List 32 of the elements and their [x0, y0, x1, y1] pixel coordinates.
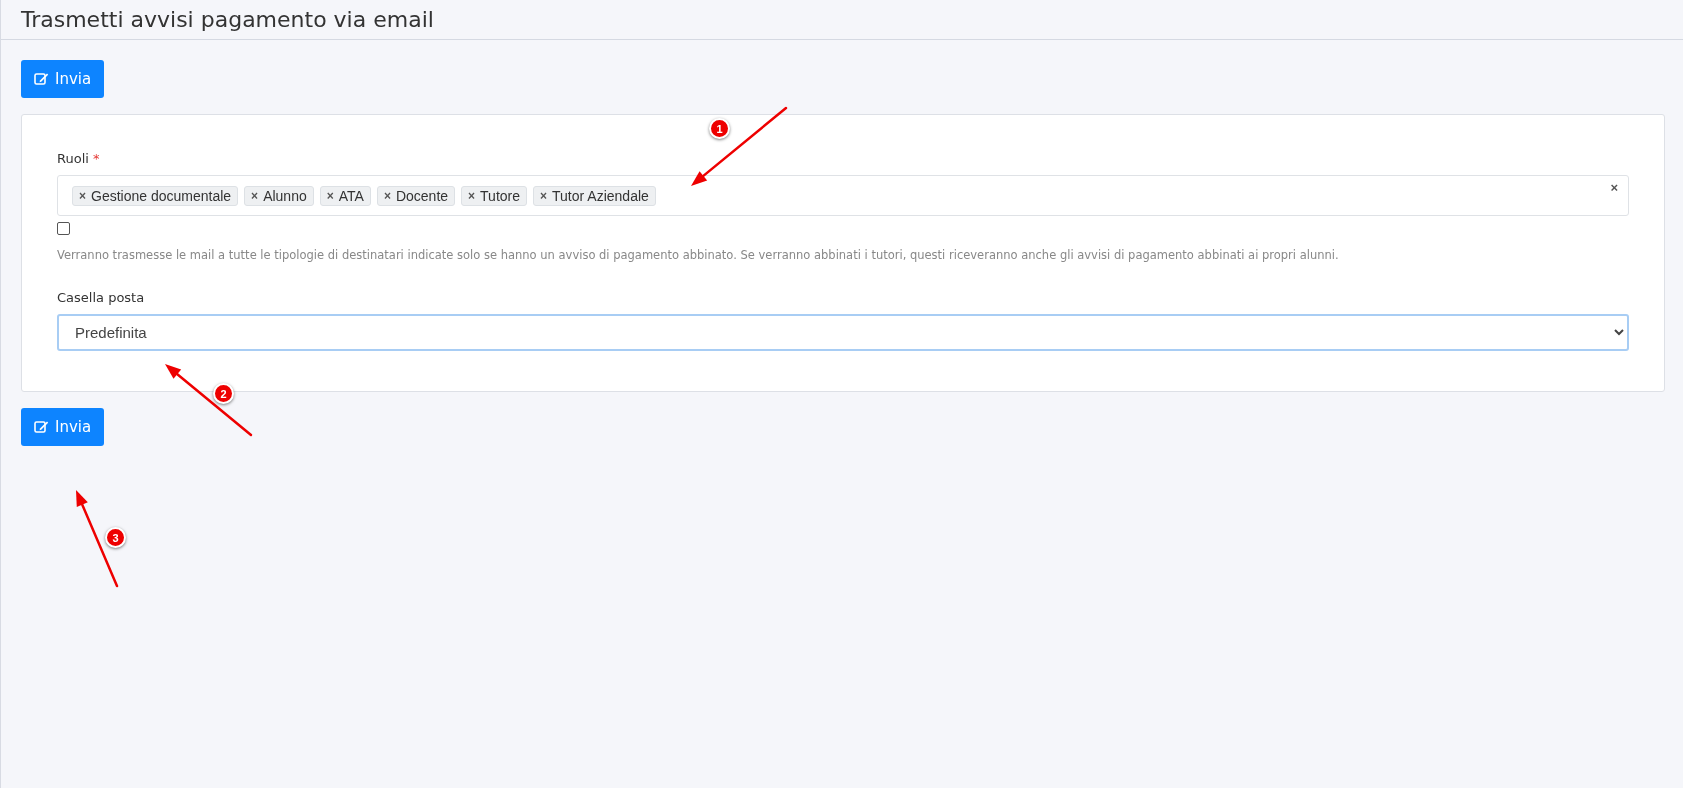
role-tag[interactable]: × ATA [319, 185, 371, 206]
page-title: Trasmetti avvisi pagamento via email [21, 7, 434, 32]
role-tag[interactable]: × Tutor Aziendale [533, 185, 656, 206]
tag-label: Tutor Aziendale [552, 187, 649, 204]
remove-tag-button[interactable]: × [468, 188, 476, 203]
remove-tag-button[interactable]: × [79, 188, 86, 203]
checkbox[interactable] [57, 222, 70, 235]
number-badge: 3 [105, 527, 126, 548]
tag-label: Alunno [263, 187, 307, 204]
mailbox-select[interactable]: Predefinita [57, 314, 1629, 351]
role-tag[interactable]: × Gestione documentale [72, 185, 239, 206]
field-label: Casella posta [57, 290, 146, 305]
send-button[interactable]: Invia [21, 60, 105, 98]
tag-label: Tutore [480, 187, 521, 204]
tag-label: Docente [395, 187, 449, 204]
role-tag[interactable]: × Docente [376, 185, 456, 206]
role-tag[interactable]: × Tutore [461, 185, 528, 206]
tag-label: ATA [338, 187, 364, 204]
roles-field[interactable]: × Gestione documentale × Alunno × ATA × Docente × Tutore × Tutor Aziendale × [57, 175, 1629, 216]
remove-tag-button[interactable]: × [326, 188, 334, 203]
edit-icon [34, 72, 49, 86]
edit-icon [34, 420, 49, 434]
clear-button[interactable]: × [1610, 180, 1618, 195]
remove-tag-button[interactable]: × [540, 188, 548, 203]
remove-tag-button[interactable]: × [251, 188, 259, 203]
remove-tag-button[interactable]: × [383, 188, 391, 203]
required-mark: * [92, 151, 100, 166]
field-label: Ruoli [57, 151, 89, 166]
help-text: Verranno trasmesse le mail a tutte le tipologie di destinatari indicate solo se hanno un avviso di pagamento abbinato. Se verranno abbinati i tutori, questi riceveranno anche gli avvisi di pagamento abbinati ai propri alunni. [57, 248, 1340, 262]
tag-label: Gestione documentale [91, 187, 232, 204]
role-tag[interactable]: × Alunno [244, 185, 314, 206]
send-button[interactable]: Invia [21, 408, 105, 446]
